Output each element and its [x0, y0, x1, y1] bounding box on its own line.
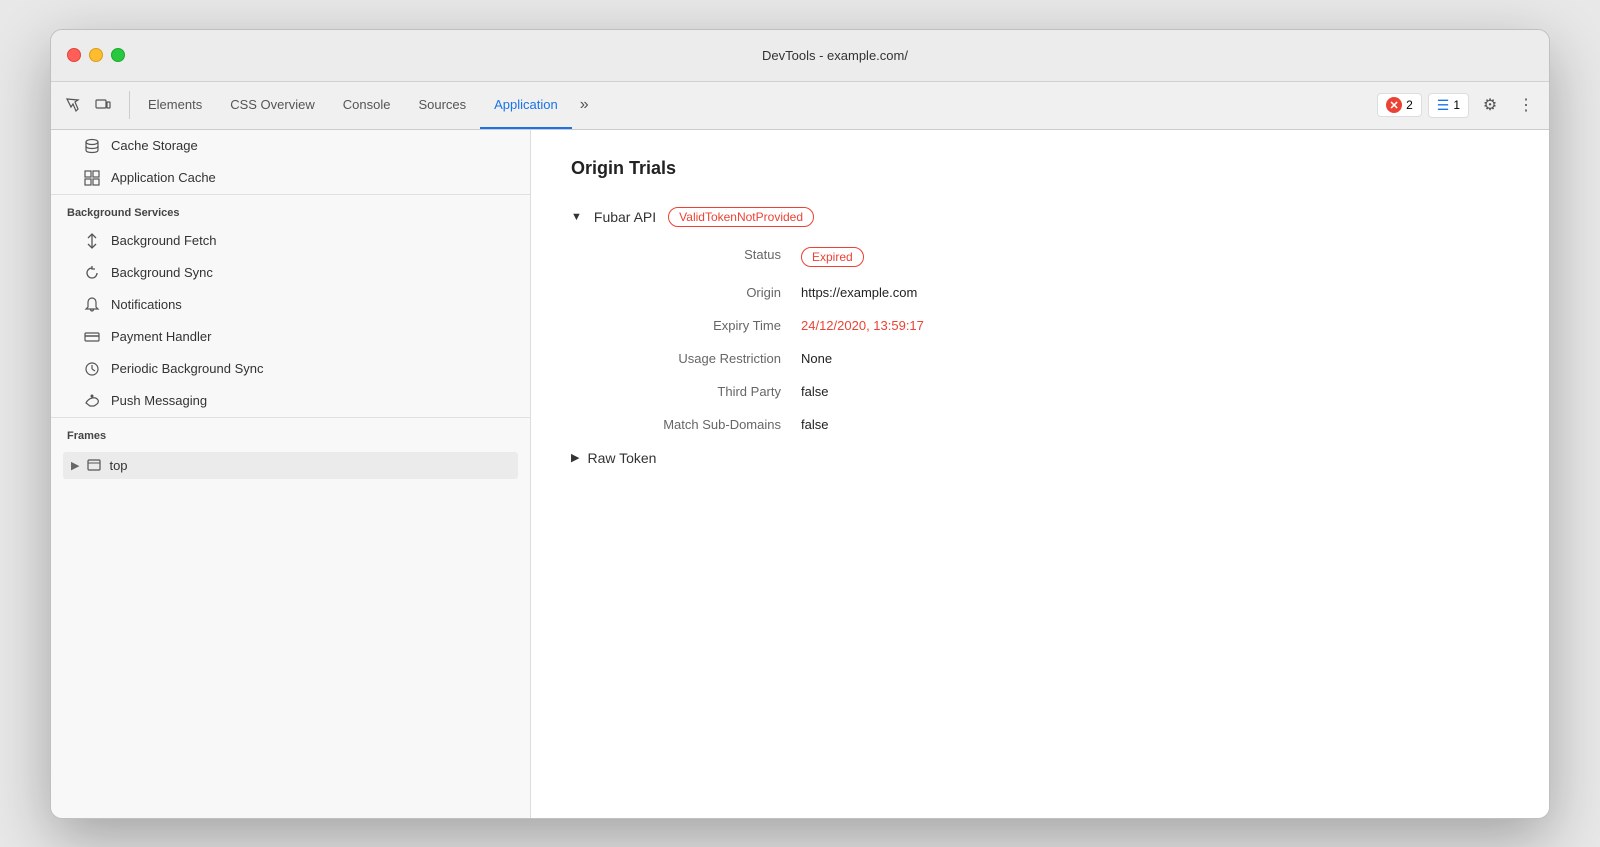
frame-icon: [87, 458, 101, 472]
periodic-bg-sync-label: Periodic Background Sync: [111, 361, 263, 376]
usage-restriction-row: Usage Restriction None: [601, 351, 1509, 366]
tab-css-overview[interactable]: CSS Overview: [216, 81, 329, 129]
main-panel: Origin Trials ▼ Fubar API ValidTokenNotP…: [531, 130, 1549, 818]
origin-label: Origin: [601, 285, 801, 300]
origin-value: https://example.com: [801, 285, 917, 300]
push-messaging-icon: [83, 392, 101, 410]
api-error-badge: ValidTokenNotProvided: [668, 207, 814, 227]
more-options-button[interactable]: ⋮: [1511, 90, 1541, 120]
usage-restriction-label: Usage Restriction: [601, 351, 801, 366]
usage-restriction-value: None: [801, 351, 832, 366]
main-content: Cache Storage Application Cache: [51, 130, 1549, 818]
notifications-icon: [83, 296, 101, 314]
detail-table: Status Expired Origin https://example.co…: [601, 247, 1509, 432]
error-badge[interactable]: ✕ 2: [1377, 93, 1422, 117]
raw-token-label: Raw Token: [587, 450, 656, 466]
api-collapse-arrow[interactable]: ▼: [571, 211, 582, 223]
sidebar-item-top-frame[interactable]: ▶ top: [63, 452, 518, 479]
tab-application[interactable]: Application: [480, 81, 572, 129]
cache-storage-label: Cache Storage: [111, 138, 198, 153]
match-sub-domains-row: Match Sub-Domains false: [601, 417, 1509, 432]
bg-services-section: Background Services Background Fetch: [51, 195, 530, 418]
periodic-bg-sync-icon: [83, 360, 101, 378]
error-icon: ✕: [1386, 97, 1402, 113]
background-sync-icon: [83, 264, 101, 282]
sidebar-item-push-messaging[interactable]: Push Messaging: [51, 385, 530, 417]
tab-more-button[interactable]: »: [572, 81, 597, 129]
application-cache-label: Application Cache: [111, 170, 216, 185]
match-sub-domains-label: Match Sub-Domains: [601, 417, 801, 432]
api-header: ▼ Fubar API ValidTokenNotProvided: [571, 207, 1509, 227]
status-label: Status: [601, 247, 801, 262]
minimize-button[interactable]: [89, 48, 103, 62]
warn-count: 1: [1453, 98, 1460, 112]
tab-sources[interactable]: Sources: [404, 81, 480, 129]
third-party-label: Third Party: [601, 384, 801, 399]
status-row: Status Expired: [601, 247, 1509, 267]
warn-icon: ☰: [1437, 97, 1450, 114]
expiry-value: 24/12/2020, 13:59:17: [801, 318, 924, 333]
sidebar-item-application-cache[interactable]: Application Cache: [51, 162, 530, 194]
background-sync-label: Background Sync: [111, 265, 213, 280]
panel-title: Origin Trials: [571, 158, 1509, 179]
frame-top-label: top: [109, 458, 127, 473]
sidebar-item-background-sync[interactable]: Background Sync: [51, 257, 530, 289]
toolbar-icons: [59, 91, 117, 119]
sidebar-item-background-fetch[interactable]: Background Fetch: [51, 225, 530, 257]
raw-token-collapse-arrow[interactable]: ▶: [571, 451, 579, 464]
toolbar-divider: [129, 91, 130, 119]
storage-section: Cache Storage Application Cache: [51, 130, 530, 195]
inspect-icon[interactable]: [59, 91, 87, 119]
expiry-label: Expiry Time: [601, 318, 801, 333]
third-party-value: false: [801, 384, 828, 399]
sidebar-item-periodic-bg-sync[interactable]: Periodic Background Sync: [51, 353, 530, 385]
sidebar-item-notifications[interactable]: Notifications: [51, 289, 530, 321]
frames-header: Frames: [51, 418, 530, 448]
notifications-label: Notifications: [111, 297, 182, 312]
background-fetch-label: Background Fetch: [111, 233, 217, 248]
match-sub-domains-value: false: [801, 417, 828, 432]
application-cache-icon: [83, 169, 101, 187]
window-title: DevTools - example.com/: [137, 48, 1533, 63]
error-count: 2: [1406, 98, 1413, 112]
status-value: Expired: [801, 247, 864, 267]
third-party-row: Third Party false: [601, 384, 1509, 399]
title-bar: DevTools - example.com/: [51, 30, 1549, 82]
api-section: ▼ Fubar API ValidTokenNotProvided Status…: [571, 207, 1509, 466]
payment-handler-icon: [83, 328, 101, 346]
expiry-row: Expiry Time 24/12/2020, 13:59:17: [601, 318, 1509, 333]
warn-badge[interactable]: ☰ 1: [1428, 93, 1469, 118]
device-toggle-icon[interactable]: [89, 91, 117, 119]
api-name: Fubar API: [594, 209, 656, 225]
settings-button[interactable]: ⚙: [1475, 90, 1505, 120]
tab-elements[interactable]: Elements: [134, 81, 216, 129]
tab-list: Elements CSS Overview Console Sources Ap…: [134, 81, 1377, 129]
push-messaging-label: Push Messaging: [111, 393, 207, 408]
frame-arrow-icon: ▶: [71, 459, 79, 472]
maximize-button[interactable]: [111, 48, 125, 62]
sidebar-item-cache-storage[interactable]: Cache Storage: [51, 130, 530, 162]
sidebar-item-payment-handler[interactable]: Payment Handler: [51, 321, 530, 353]
sidebar: Cache Storage Application Cache: [51, 130, 531, 818]
tab-end-tools: ✕ 2 ☰ 1 ⚙ ⋮: [1377, 90, 1541, 120]
devtools-tabbar: Elements CSS Overview Console Sources Ap…: [51, 82, 1549, 130]
origin-row: Origin https://example.com: [601, 285, 1509, 300]
close-button[interactable]: [67, 48, 81, 62]
bg-services-header: Background Services: [51, 195, 530, 225]
payment-handler-label: Payment Handler: [111, 329, 211, 344]
frames-section: Frames ▶ top: [51, 418, 530, 479]
tab-console[interactable]: Console: [329, 81, 405, 129]
traffic-lights: [67, 48, 125, 62]
raw-token-row: ▶ Raw Token: [571, 450, 1509, 466]
background-fetch-icon: [83, 232, 101, 250]
cache-storage-icon: [83, 137, 101, 155]
devtools-window: DevTools - example.com/ Elements CSS Ove…: [50, 29, 1550, 819]
